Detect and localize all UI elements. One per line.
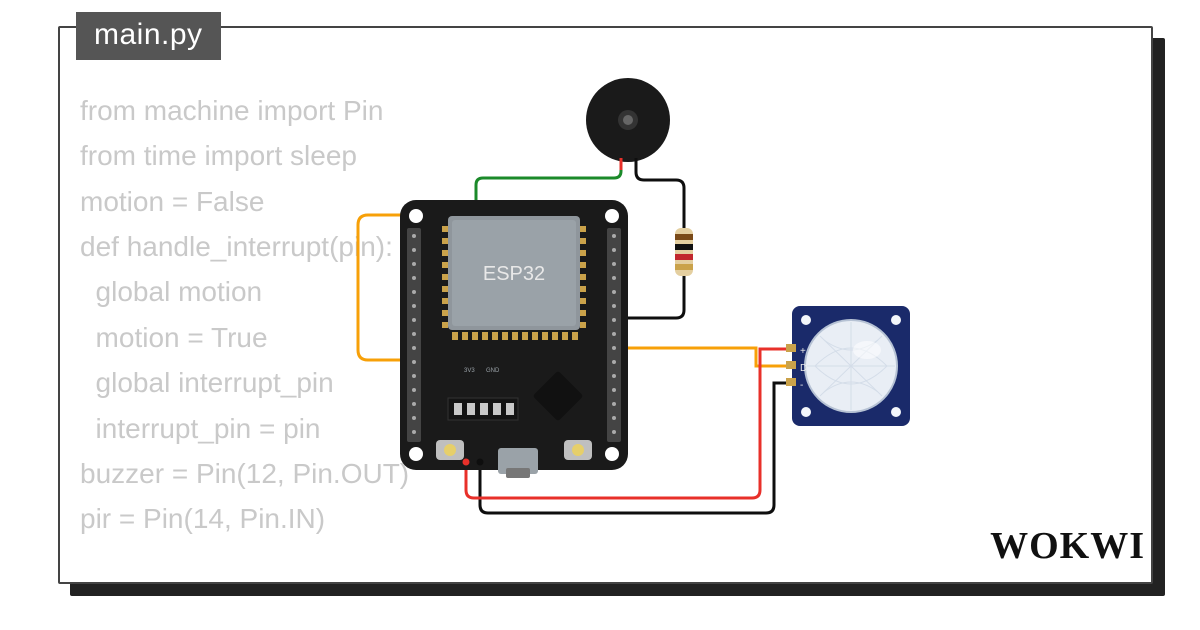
- code-listing: from machine import Pin from time import…: [80, 88, 409, 542]
- file-tab-label: main.py: [94, 18, 203, 51]
- file-tab[interactable]: main.py: [76, 12, 221, 60]
- brand-logo: WOKWI: [990, 524, 1145, 568]
